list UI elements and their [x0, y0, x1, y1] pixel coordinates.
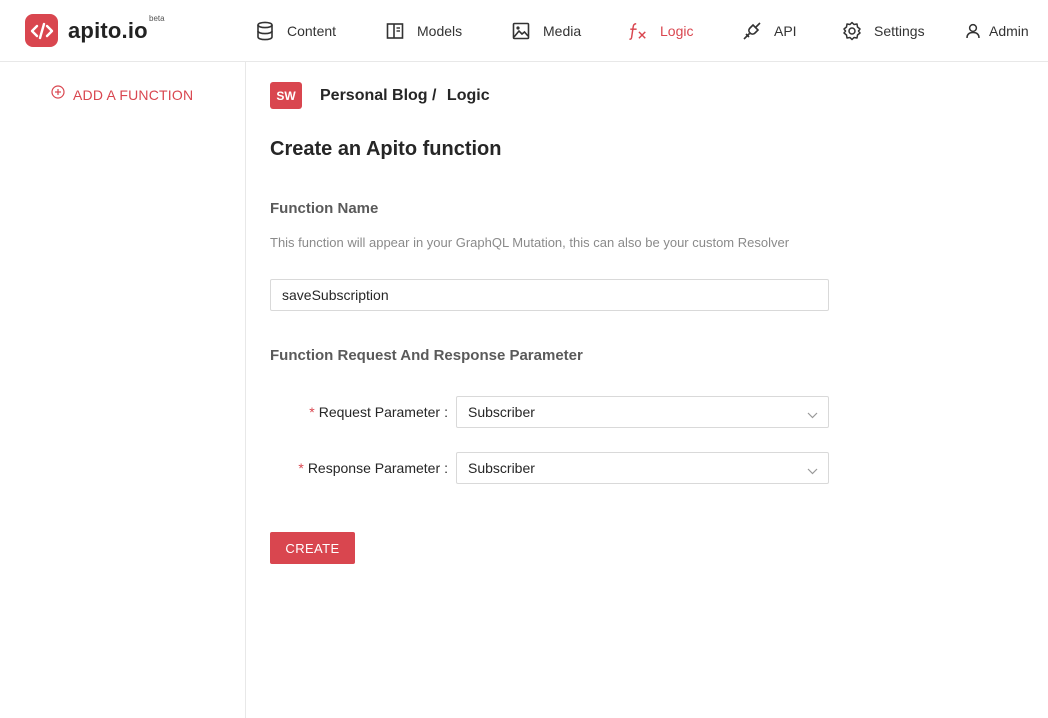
top-header: apito.io beta Content Models Media Logic…: [0, 0, 1048, 62]
project-avatar[interactable]: SW: [270, 82, 302, 109]
plus-circle-icon: [51, 85, 65, 104]
create-button[interactable]: CREATE: [270, 532, 355, 564]
nav-content[interactable]: Content: [255, 19, 336, 43]
function-name-help: This function will appear in your GraphQ…: [270, 235, 790, 250]
user-icon: [965, 21, 981, 41]
gear-icon: [842, 21, 862, 41]
nav-admin-label: Admin: [989, 23, 1029, 39]
label-colon: :: [444, 460, 448, 476]
params-title: Function Request And Response Parameter: [270, 347, 583, 364]
model-icon: [385, 21, 405, 41]
request-parameter-select[interactable]: Subscriber: [456, 396, 829, 428]
label-colon: :: [444, 404, 448, 420]
nav-settings-label: Settings: [874, 23, 925, 39]
nav-media-label: Media: [543, 23, 582, 39]
response-parameter-select[interactable]: Subscriber: [456, 452, 829, 484]
function-name-title: Function Name: [270, 200, 379, 217]
logo[interactable]: apito.io beta: [25, 14, 165, 47]
nav-settings[interactable]: Settings: [842, 19, 925, 43]
nav-admin[interactable]: Admin: [965, 19, 1029, 43]
nav-api-label: API: [774, 23, 797, 39]
sidebar: ADD A FUNCTION: [0, 62, 246, 718]
beta-label: beta: [149, 14, 165, 23]
required-mark: *: [309, 404, 315, 420]
response-parameter-label: * Response Parameter:: [286, 460, 448, 476]
nav-models[interactable]: Models: [385, 19, 462, 43]
nav-logic[interactable]: Logic: [628, 19, 693, 43]
response-parameter-value: Subscriber: [468, 460, 535, 476]
nav-content-label: Content: [287, 23, 337, 39]
chevron-down-icon: [807, 463, 818, 479]
page-title: Create an Apito function: [270, 138, 502, 160]
breadcrumb-project[interactable]: Personal Blog /: [320, 87, 436, 104]
add-function-button[interactable]: ADD A FUNCTION: [51, 85, 193, 104]
breadcrumb-section: Logic: [446, 86, 490, 104]
plug-icon: [742, 21, 762, 41]
nav-media[interactable]: Media: [511, 19, 581, 43]
breadcrumb: SW Personal Blog / Logic: [270, 82, 490, 109]
request-parameter-value: Subscriber: [468, 404, 535, 420]
database-icon: [255, 21, 275, 41]
nav-logic-label: Logic: [660, 23, 694, 39]
nav-models-label: Models: [417, 23, 463, 39]
function-name-value: saveSubscription: [282, 287, 389, 303]
add-function-label: ADD A FUNCTION: [73, 86, 194, 103]
required-mark: *: [298, 460, 304, 476]
code-icon: [25, 14, 58, 47]
function-name-input[interactable]: saveSubscription: [270, 279, 829, 311]
image-icon: [511, 21, 531, 41]
request-parameter-text: Request Parameter: [318, 404, 441, 420]
function-icon: [628, 21, 648, 41]
request-parameter-label: * Request Parameter:: [306, 404, 448, 420]
logo-text: apito.io: [68, 17, 148, 43]
chevron-down-icon: [807, 407, 818, 423]
nav-api[interactable]: API: [742, 19, 797, 43]
main-content: SW Personal Blog / Logic Create an Apito…: [246, 62, 1048, 718]
response-parameter-text: Response Parameter: [307, 460, 441, 476]
